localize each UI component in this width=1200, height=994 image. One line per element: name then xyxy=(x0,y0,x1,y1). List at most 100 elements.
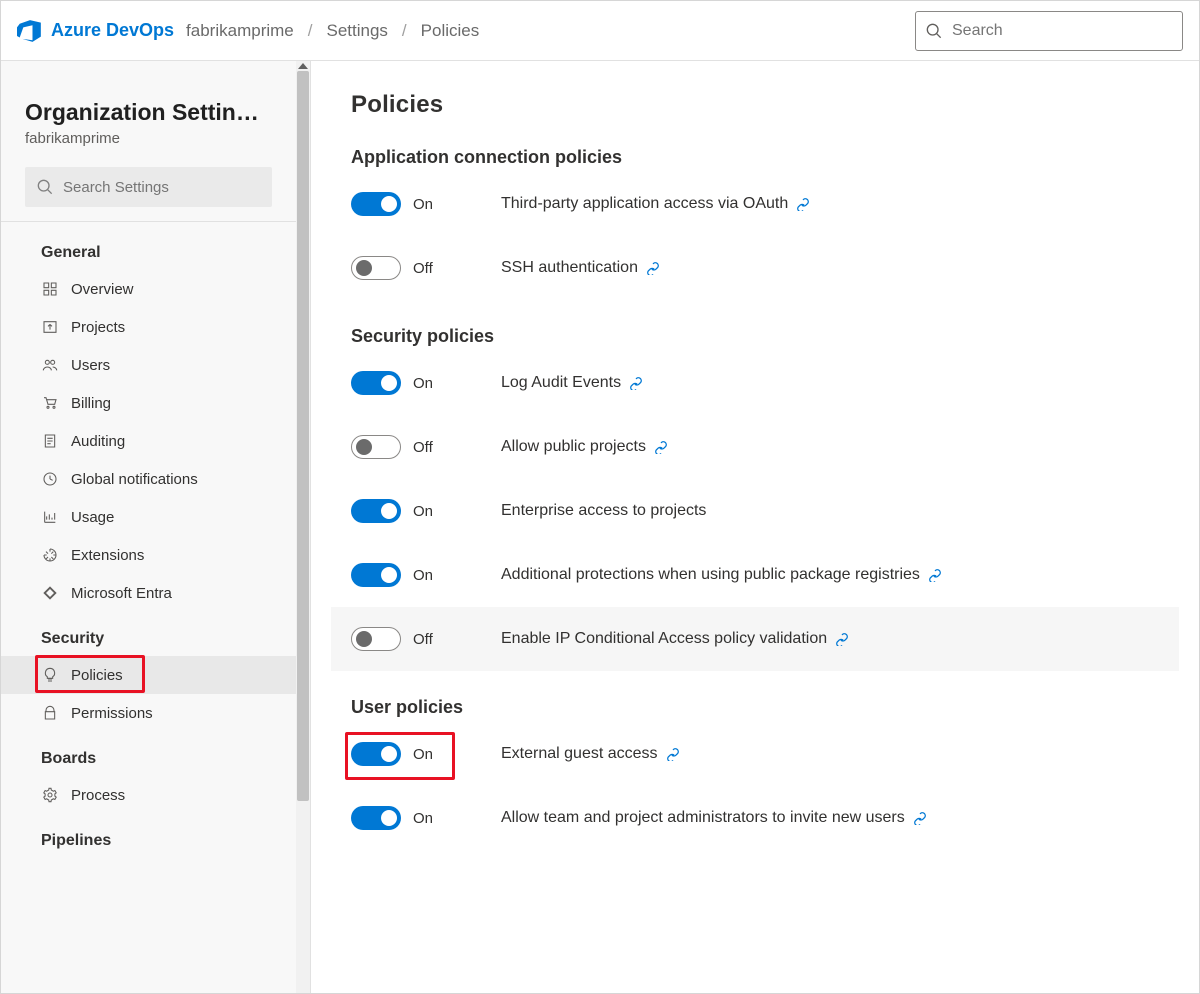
link-icon[interactable] xyxy=(646,261,660,275)
sidebar-item-label: Auditing xyxy=(71,433,125,450)
breadcrumb-sep-icon: / xyxy=(308,21,313,41)
list-icon xyxy=(41,432,59,450)
toggle-state-label: On xyxy=(413,503,433,520)
toggle-switch[interactable] xyxy=(351,256,401,280)
policy-row: OnAllow team and project administrators … xyxy=(351,786,1159,850)
policy-label: SSH authentication xyxy=(501,259,638,277)
sidebar-item-label: Microsoft Entra xyxy=(71,585,172,602)
sidebar-title: Organization Settin… xyxy=(25,99,272,126)
toggle-switch[interactable] xyxy=(351,563,401,587)
sidebar-item-permissions[interactable]: Permissions xyxy=(1,694,296,732)
sidebar: Organization Settin… fabrikamprime Gener… xyxy=(1,61,311,993)
people-icon xyxy=(41,356,59,374)
toggle-state-label: On xyxy=(413,746,433,763)
sidebar-item-projects[interactable]: Projects xyxy=(1,308,296,346)
link-icon[interactable] xyxy=(796,197,810,211)
policy-label: Allow public projects xyxy=(501,438,646,456)
policy-label: Additional protections when using public… xyxy=(501,566,920,584)
grid-icon xyxy=(41,280,59,298)
sidebar-item-label: Users xyxy=(71,357,110,374)
breadcrumb-settings[interactable]: Settings xyxy=(326,21,387,41)
page-title: Policies xyxy=(351,91,1159,119)
top-bar: Azure DevOps fabrikamprime / Settings / … xyxy=(1,1,1199,61)
policy-label: Enterprise access to projects xyxy=(501,502,706,520)
cart-icon xyxy=(41,394,59,412)
policy-row: On Additional protections when using publ… xyxy=(351,543,1159,607)
section-title: User policies xyxy=(351,697,1159,718)
sidebar-item-billing[interactable]: Billing xyxy=(1,384,296,422)
sidebar-item-label: Usage xyxy=(71,509,114,526)
main-content: Policies Application connection policies… xyxy=(311,61,1199,993)
toggle-state-label: On xyxy=(413,375,433,392)
sidebar-item-process[interactable]: Process xyxy=(1,776,296,814)
sidebar-item-auditing[interactable]: Auditing xyxy=(1,422,296,460)
sidebar-item-overview[interactable]: Overview xyxy=(1,270,296,308)
toggle-switch[interactable] xyxy=(351,742,401,766)
policy-row: On Third-party application access via OAu… xyxy=(351,172,1159,236)
breadcrumb-org[interactable]: fabrikamprime xyxy=(186,21,294,41)
toggle-state-label: On xyxy=(413,567,433,584)
sidebar-item-global-notifications[interactable]: Global notifications xyxy=(1,460,296,498)
search-icon xyxy=(926,23,942,39)
brand-label: Azure DevOps xyxy=(51,20,174,41)
sidebar-item-label: Permissions xyxy=(71,705,153,722)
sidebar-item-policies[interactable]: Policies xyxy=(1,656,296,694)
global-search[interactable] xyxy=(915,11,1183,51)
policy-label: Third-party application access via OAuth xyxy=(501,195,788,213)
entra-icon xyxy=(41,584,59,602)
sidebar-group-security: Security xyxy=(1,612,296,656)
link-icon[interactable] xyxy=(835,632,849,646)
scroll-up-icon[interactable] xyxy=(298,63,308,69)
policy-row: Off SSH authentication xyxy=(351,236,1159,300)
sidebar-item-users[interactable]: Users xyxy=(1,346,296,384)
policy-row: On Log Audit Events xyxy=(351,351,1159,415)
toggle-switch[interactable] xyxy=(351,499,401,523)
policy-row: On Enterprise access to projects xyxy=(351,479,1159,543)
sidebar-item-label: Process xyxy=(71,787,125,804)
toggle-state-label: Off xyxy=(413,439,433,456)
toggle-switch[interactable] xyxy=(351,627,401,651)
divider xyxy=(1,221,296,222)
sidebar-item-label: Overview xyxy=(71,281,134,298)
toggle-state-label: Off xyxy=(413,631,433,648)
sidebar-search[interactable] xyxy=(25,167,272,207)
chart-icon xyxy=(41,508,59,526)
sidebar-scrollbar[interactable] xyxy=(296,61,310,993)
sidebar-item-usage[interactable]: Usage xyxy=(1,498,296,536)
scroll-thumb[interactable] xyxy=(297,71,309,801)
toggle-switch[interactable] xyxy=(351,435,401,459)
gear-icon xyxy=(41,786,59,804)
global-search-input[interactable] xyxy=(952,22,1172,40)
bulb-icon xyxy=(41,666,59,684)
link-icon[interactable] xyxy=(666,747,680,761)
sidebar-group-general: General xyxy=(1,226,296,270)
toggle-switch[interactable] xyxy=(351,192,401,216)
sidebar-item-label: Policies xyxy=(71,667,123,684)
toggle-state-label: On xyxy=(413,196,433,213)
search-icon xyxy=(37,179,53,195)
sidebar-item-label: Billing xyxy=(71,395,111,412)
toggle-switch[interactable] xyxy=(351,371,401,395)
sidebar-group-pipelines: Pipelines xyxy=(1,814,296,858)
link-icon[interactable] xyxy=(928,568,942,582)
policy-row: OnExternal guest access xyxy=(351,722,1159,786)
breadcrumb: fabrikamprime / Settings / Policies xyxy=(186,21,479,41)
policy-label: Log Audit Events xyxy=(501,374,621,392)
sidebar-item-label: Global notifications xyxy=(71,471,198,488)
sidebar-item-msentra[interactable]: Microsoft Entra xyxy=(1,574,296,612)
policy-row: Off Allow public projects xyxy=(351,415,1159,479)
toggle-switch[interactable] xyxy=(351,806,401,830)
toggle-state-label: Off xyxy=(413,260,433,277)
breadcrumb-sep-icon: / xyxy=(402,21,407,41)
link-icon[interactable] xyxy=(629,376,643,390)
breadcrumb-policies[interactable]: Policies xyxy=(421,21,480,41)
sidebar-item-extensions[interactable]: Extensions xyxy=(1,536,296,574)
sidebar-search-input[interactable] xyxy=(63,179,260,196)
link-icon[interactable] xyxy=(913,811,927,825)
brand-block[interactable]: Azure DevOps xyxy=(17,18,174,44)
sidebar-item-label: Projects xyxy=(71,319,125,336)
section-title: Application connection policies xyxy=(351,147,1159,168)
link-icon[interactable] xyxy=(654,440,668,454)
sidebar-item-label: Extensions xyxy=(71,547,144,564)
upload-icon xyxy=(41,318,59,336)
